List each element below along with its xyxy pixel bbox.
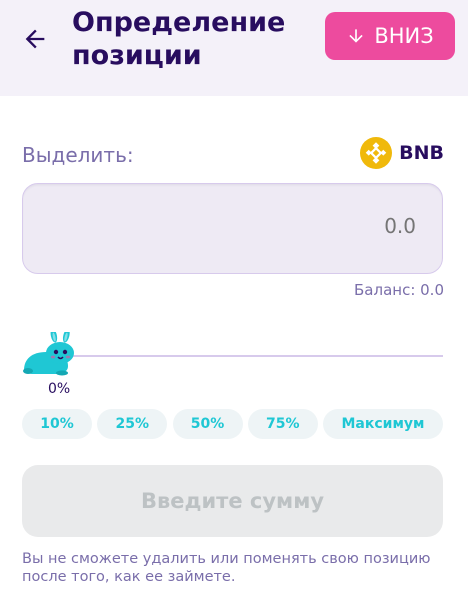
- slider-track[interactable]: [52, 355, 443, 357]
- down-button[interactable]: ВНИЗ: [325, 12, 455, 60]
- header: Определение позиции ВНИЗ: [0, 0, 468, 96]
- balance-text: Баланс: 0.0: [354, 281, 444, 299]
- amount-field[interactable]: [22, 183, 443, 274]
- percent-button-max[interactable]: Максимум: [323, 409, 443, 439]
- bunny-slider-handle-icon[interactable]: [22, 332, 80, 376]
- page-title: Определение позиции: [72, 7, 286, 71]
- bnb-logo-icon: [360, 137, 393, 169]
- arrow-down-icon: [349, 29, 363, 43]
- amount-input[interactable]: [116, 214, 416, 238]
- slider-percent-label: 0%: [48, 381, 71, 397]
- token-symbol: BNB: [399, 142, 444, 164]
- token-indicator: BNB: [360, 136, 444, 170]
- percent-button-75[interactable]: 75%: [247, 409, 318, 439]
- percent-button-50[interactable]: 50%: [172, 409, 243, 439]
- down-button-label: ВНИЗ: [374, 24, 434, 48]
- percent-slider[interactable]: [22, 332, 443, 380]
- percent-button-10[interactable]: 10%: [22, 409, 92, 439]
- submit-button[interactable]: Введите сумму: [22, 465, 443, 537]
- allocate-label: Выделить:: [22, 143, 134, 167]
- percent-buttons: 10% 25% 50% 75% Максимум: [22, 409, 443, 439]
- back-button[interactable]: [18, 22, 52, 56]
- warning-note: Вы не сможете удалить или поменять свою …: [22, 551, 431, 585]
- arrow-left-icon: [25, 29, 45, 49]
- percent-button-25[interactable]: 25%: [97, 409, 168, 439]
